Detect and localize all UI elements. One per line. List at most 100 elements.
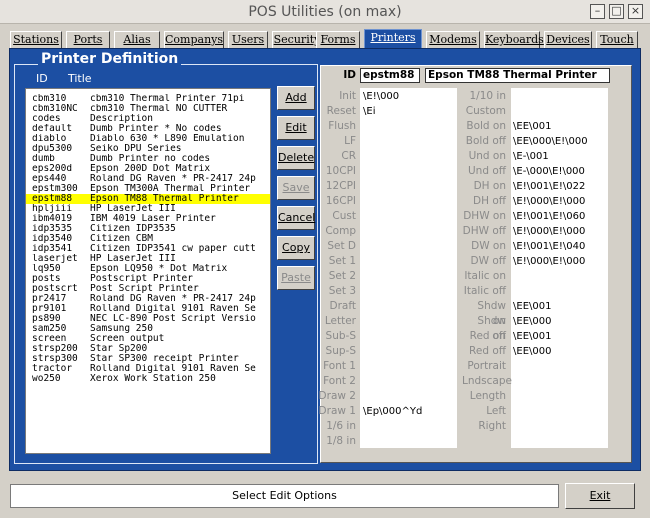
- list-item[interactable]: tractor Rolland Digital 9101 Raven Se: [26, 364, 270, 374]
- edit-button[interactable]: Edit: [277, 116, 315, 140]
- code-field[interactable]: \E!\001\E!\060: [513, 209, 608, 224]
- tab-stations[interactable]: Stations: [10, 31, 62, 49]
- code-field[interactable]: [363, 344, 457, 359]
- code-field[interactable]: \E!\001\E!\022: [513, 179, 608, 194]
- tab-security[interactable]: Security: [272, 31, 322, 49]
- list-item[interactable]: diablo Diablo 630 * L890 Emulation: [26, 134, 270, 144]
- code-field[interactable]: [363, 269, 457, 284]
- list-item[interactable]: dpu5300 Seiko DPU Series: [26, 144, 270, 154]
- minimize-button[interactable]: –: [590, 4, 605, 19]
- list-item[interactable]: pr2417 Roland DG Raven * PR-2417 24p: [26, 294, 270, 304]
- code-field[interactable]: \EE\001: [513, 299, 608, 314]
- code-field[interactable]: [363, 284, 457, 299]
- list-item[interactable]: strsp200 Star Sp200: [26, 344, 270, 354]
- code-field[interactable]: [513, 389, 608, 404]
- code-field[interactable]: [363, 224, 457, 239]
- list-item[interactable]: epstm300 Epson TM300A Thermal Printer: [26, 184, 270, 194]
- code-field[interactable]: \E-\000\E!\000: [513, 164, 608, 179]
- tab-users[interactable]: Users: [228, 31, 268, 49]
- list-item[interactable]: eps440 Roland DG Raven * PR-2417 24p: [26, 174, 270, 184]
- code-field[interactable]: [363, 389, 457, 404]
- list-item[interactable]: wo250 Xerox Work Station 250: [26, 374, 270, 384]
- list-item[interactable]: default Dumb Printer * No codes: [26, 124, 270, 134]
- tab-modems[interactable]: Modems: [426, 31, 480, 49]
- tab-touch[interactable]: Touch: [596, 31, 638, 49]
- code-field[interactable]: [363, 374, 457, 389]
- code-field[interactable]: [363, 254, 457, 269]
- tab-devices[interactable]: Devices: [544, 31, 592, 49]
- cancel-button[interactable]: Cancel: [277, 206, 315, 230]
- printer-list[interactable]: cbm310 cbm310 Thermal Printer 71pi cbm310…: [25, 88, 271, 454]
- code-field[interactable]: [363, 164, 457, 179]
- list-item[interactable]: dumb Dumb Printer no codes: [26, 154, 270, 164]
- paste-button[interactable]: Paste: [277, 266, 315, 290]
- code-field[interactable]: \E!\000\E!\000: [513, 224, 608, 239]
- save-button[interactable]: Save: [277, 176, 315, 200]
- code-field[interactable]: [513, 269, 608, 284]
- tab-companys[interactable]: Companys: [164, 31, 224, 49]
- code-field[interactable]: \E!\001\E!\040: [513, 239, 608, 254]
- list-item[interactable]: screen Screen output: [26, 334, 270, 344]
- list-item[interactable]: hpljiii HP LaserJet III: [26, 204, 270, 214]
- list-item[interactable]: codes Description: [26, 114, 270, 124]
- list-item[interactable]: postscrt Post Script Printer: [26, 284, 270, 294]
- code-field[interactable]: [363, 434, 457, 449]
- list-item[interactable]: posts Postscript Printer: [26, 274, 270, 284]
- list-item[interactable]: lq950 Epson LQ950 * Dot Matrix: [26, 264, 270, 274]
- code-field[interactable]: \EE\001: [513, 329, 608, 344]
- tab-printers[interactable]: Printers: [364, 29, 422, 49]
- list-item[interactable]: cbm310NC cbm310 Thermal NO CUTTER: [26, 104, 270, 114]
- code-field[interactable]: \EE\000: [513, 314, 608, 329]
- code-field[interactable]: \Ei: [363, 104, 457, 119]
- code-field[interactable]: [513, 404, 608, 419]
- list-item[interactable]: idp3535 Citizen IDP3535: [26, 224, 270, 234]
- delete-button[interactable]: Delete: [277, 146, 315, 170]
- exit-button[interactable]: Exit: [565, 483, 635, 509]
- code-field[interactable]: \EE\000: [513, 344, 608, 359]
- tab-keyboards[interactable]: Keyboards: [484, 31, 544, 49]
- list-item[interactable]: ps890 NEC LC-890 Post Script Versio: [26, 314, 270, 324]
- code-field[interactable]: \E!\000\E!\000: [513, 194, 608, 209]
- code-field[interactable]: [513, 89, 608, 104]
- code-field[interactable]: [363, 134, 457, 149]
- code-field[interactable]: [363, 329, 457, 344]
- list-item[interactable]: idp3541 Citizen IDP3541 cw paper cutt: [26, 244, 270, 254]
- list-item[interactable]: laserjet HP LaserJet III: [26, 254, 270, 264]
- maximize-button[interactable]: □: [609, 4, 624, 19]
- close-button[interactable]: ×: [628, 4, 643, 19]
- code-field[interactable]: [363, 359, 457, 374]
- code-field[interactable]: [513, 359, 608, 374]
- code-field[interactable]: [513, 419, 608, 434]
- code-field[interactable]: \E-\001: [513, 149, 608, 164]
- code-field[interactable]: [363, 314, 457, 329]
- code-field[interactable]: [363, 194, 457, 209]
- code-field[interactable]: [513, 284, 608, 299]
- code-field[interactable]: [363, 179, 457, 194]
- tab-ports[interactable]: Ports: [66, 31, 110, 49]
- copy-button[interactable]: Copy: [277, 236, 315, 260]
- list-item[interactable]: strsp300 Star SP300 receipt Printer: [26, 354, 270, 364]
- add-button[interactable]: Add: [277, 86, 315, 110]
- list-item[interactable]: pr9101 Rolland Digital 9101 Raven Se: [26, 304, 270, 314]
- list-item[interactable]: idp3540 Citizen CBM: [26, 234, 270, 244]
- code-field[interactable]: \Ep\000^Yd: [363, 404, 457, 419]
- title-field[interactable]: Epson TM88 Thermal Printer: [425, 68, 610, 83]
- list-item[interactable]: ibm4019 IBM 4019 Laser Printer: [26, 214, 270, 224]
- list-item[interactable]: eps200d Epson 200D Dot Matrix: [26, 164, 270, 174]
- code-field[interactable]: \E!\000: [363, 89, 457, 104]
- code-field[interactable]: [513, 104, 608, 119]
- code-field[interactable]: [363, 119, 457, 134]
- tab-alias[interactable]: Alias: [114, 31, 160, 49]
- code-field[interactable]: [363, 239, 457, 254]
- code-field[interactable]: [363, 299, 457, 314]
- code-field[interactable]: \EE\001: [513, 119, 608, 134]
- code-field[interactable]: [363, 149, 457, 164]
- tab-forms[interactable]: Forms: [316, 31, 360, 49]
- list-item-selected[interactable]: epstm88 Epson TM88 Thermal Printer: [26, 194, 270, 204]
- code-field[interactable]: [363, 209, 457, 224]
- code-field[interactable]: \E!\000\E!\000: [513, 254, 608, 269]
- id-field[interactable]: epstm88: [360, 68, 420, 83]
- code-field[interactable]: \EE\000\E!\000: [513, 134, 608, 149]
- code-field[interactable]: [363, 419, 457, 434]
- list-item[interactable]: cbm310 cbm310 Thermal Printer 71pi: [26, 94, 270, 104]
